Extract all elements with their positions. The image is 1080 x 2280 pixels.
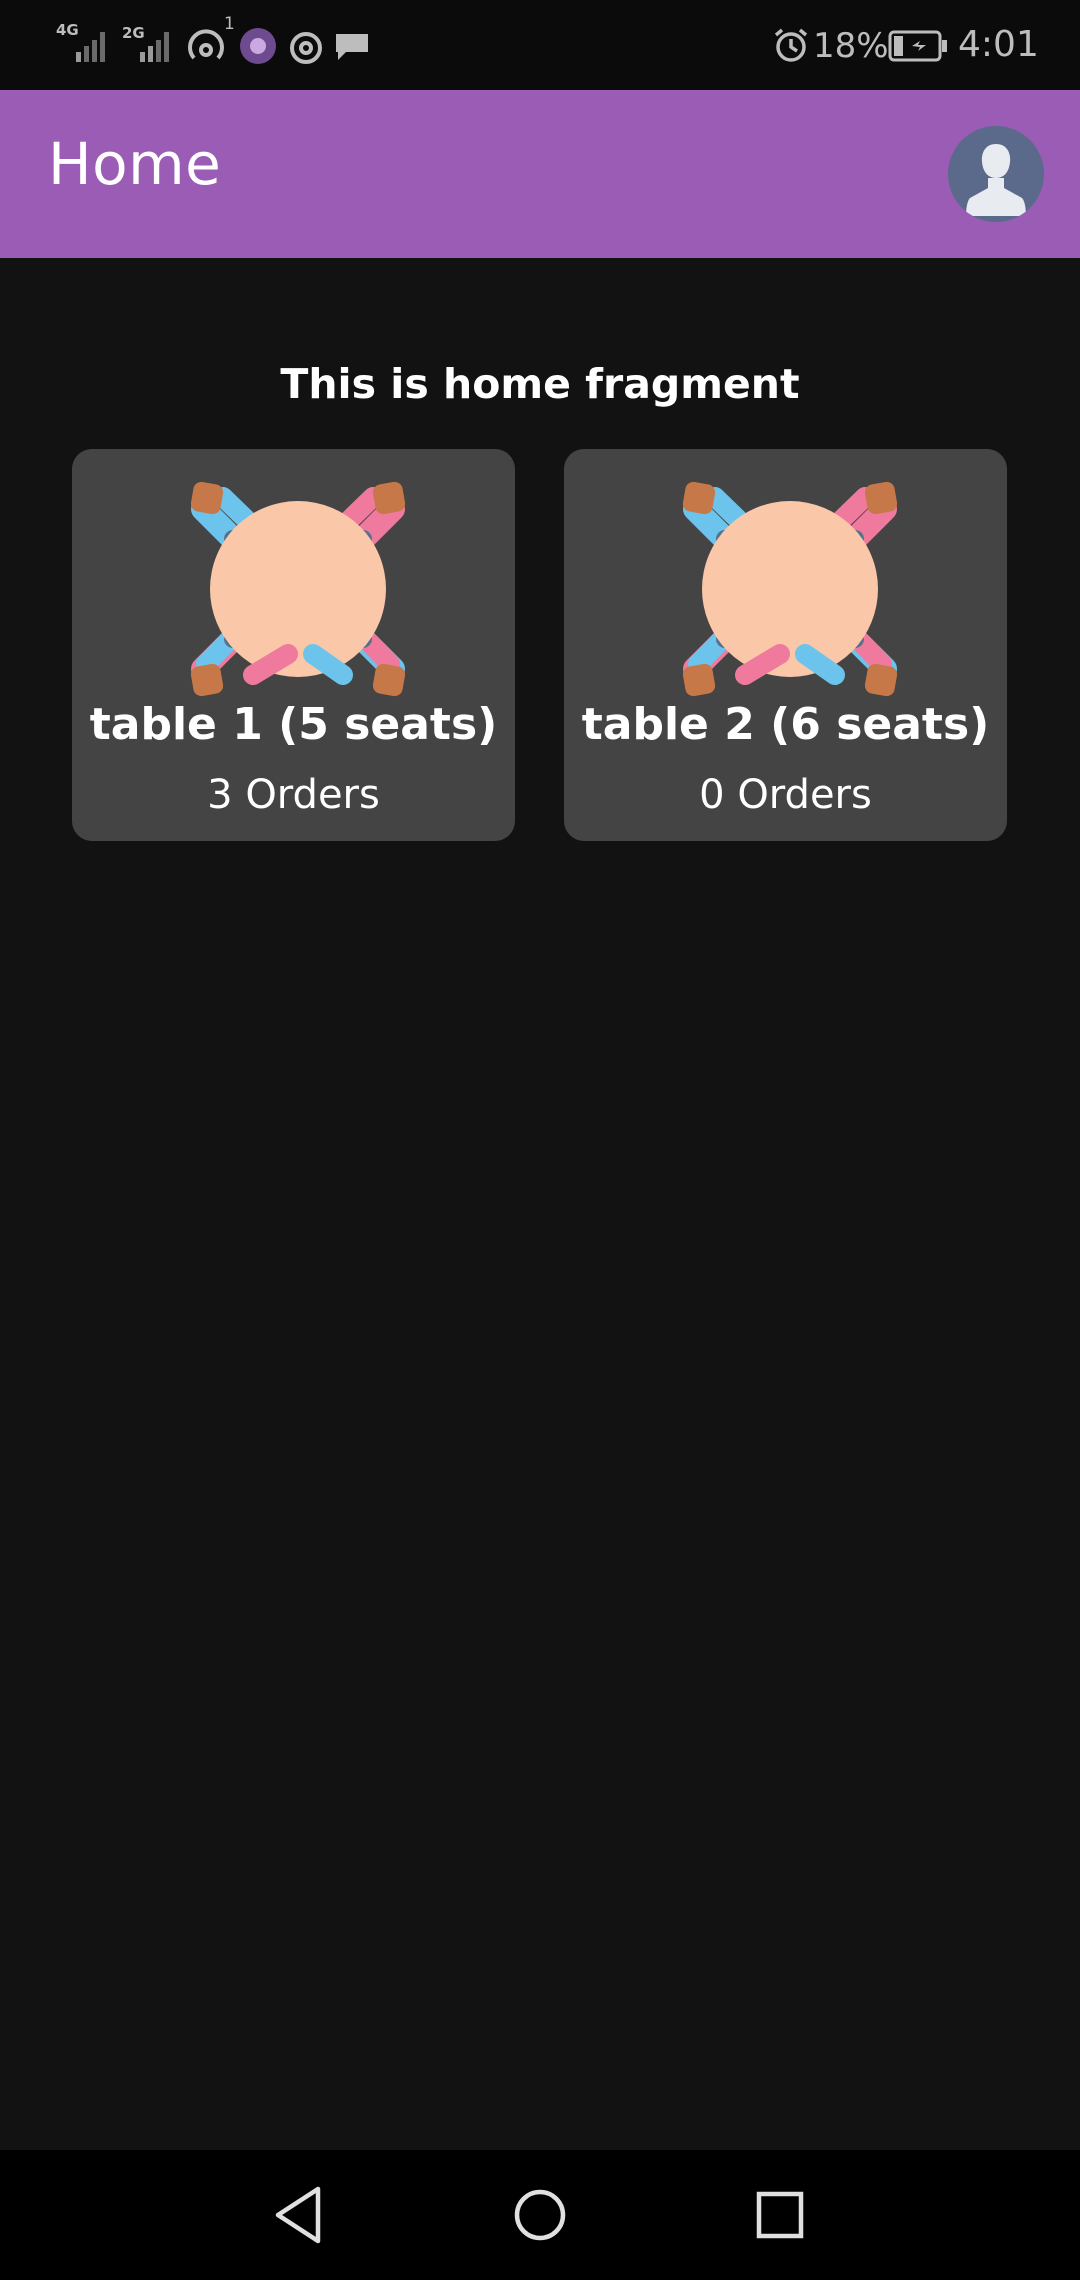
clock: 4:01 <box>958 24 1039 65</box>
battery-charging-icon <box>888 30 947 62</box>
notification-count: 1 <box>224 14 235 34</box>
page-title: Home <box>48 130 222 198</box>
battery-percentage: 18% <box>813 26 889 66</box>
dining-table-icon <box>190 481 406 697</box>
app-notification-icon <box>240 28 276 64</box>
status-bar: 4G 2G 1 18% 4:01 <box>0 0 1080 90</box>
app-bar: Home <box>0 90 1080 258</box>
alarm-icon <box>774 28 808 62</box>
hotspot-icon-2 <box>290 32 322 64</box>
table-name: table 2 (6 seats) <box>581 699 990 750</box>
table-card-2[interactable]: table 2 (6 seats) 0 Orders <box>564 449 1007 841</box>
avatar[interactable] <box>948 126 1044 222</box>
table-name: table 1 (5 seats) <box>89 699 498 750</box>
dining-table-icon <box>682 481 898 697</box>
signal-icon <box>76 32 105 62</box>
navigation-bar <box>0 2150 1080 2280</box>
message-icon <box>336 34 368 60</box>
home-icon[interactable] <box>500 2175 580 2255</box>
orders-count: 0 Orders <box>699 772 872 818</box>
recents-icon[interactable] <box>740 2175 820 2255</box>
screen: 4G 2G 1 18% 4:01 Home This is home fragm… <box>0 0 1080 2280</box>
home-heading: This is home fragment <box>280 360 800 408</box>
back-icon[interactable] <box>260 2175 340 2255</box>
hotspot-icon <box>188 29 224 60</box>
table-card-1[interactable]: table 1 (5 seats) 3 Orders <box>72 449 515 841</box>
orders-count: 3 Orders <box>207 772 380 818</box>
user-icon <box>948 126 1044 222</box>
signal-icon-2 <box>140 32 169 62</box>
